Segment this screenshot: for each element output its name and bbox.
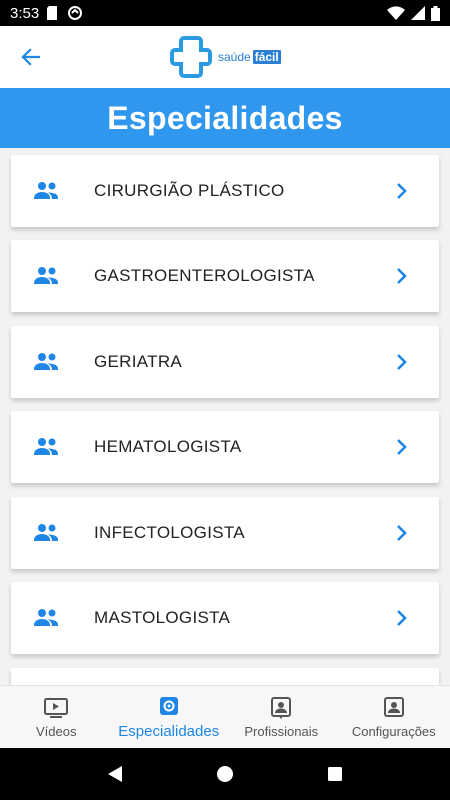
nav-item-profissionais[interactable]: Profissionais <box>225 686 338 748</box>
health-cross-icon <box>170 36 212 78</box>
specialty-label: CIRURGIÃO PLÁSTICO <box>94 181 285 200</box>
system-nav-bar <box>0 748 450 800</box>
nav-label: Vídeos <box>36 723 77 739</box>
battery-icon <box>431 5 440 21</box>
specialty-label: GERIATRA <box>94 352 183 371</box>
nav-item-especialidades[interactable]: Especialidades <box>113 686 226 748</box>
specialty-icon <box>159 696 178 715</box>
logo-wordmark: saúde fácil <box>218 50 281 64</box>
chevron-right-icon <box>397 525 407 541</box>
sync-icon <box>68 6 83 20</box>
specialty-label: MASTOLOGISTA <box>94 608 231 627</box>
group-icon <box>34 438 58 455</box>
app-header: saúde fácil <box>0 26 450 88</box>
status-time: 3:53 <box>10 4 40 22</box>
back-button[interactable] <box>16 43 44 71</box>
page-title: Especialidades <box>107 99 343 136</box>
chevron-right-icon <box>397 354 407 370</box>
specialty-item-partial[interactable] <box>11 668 439 685</box>
specialty-item[interactable]: CIRURGIÃO PLÁSTICO <box>11 155 439 227</box>
title-bar: Especialidades <box>0 88 450 148</box>
specialty-item[interactable]: GASTROENTEROLOGISTA <box>11 240 439 312</box>
settings-user-icon <box>383 696 404 717</box>
nav-label: Profissionais <box>244 723 319 739</box>
group-icon <box>34 524 58 541</box>
circle-home-icon <box>217 766 233 782</box>
specialty-item[interactable]: GERIATRA <box>11 326 439 398</box>
specialty-label: INFECTOLOGISTA <box>94 523 245 542</box>
specialty-item[interactable]: HEMATOLOGISTA <box>11 411 439 483</box>
system-home-button[interactable] <box>213 762 237 786</box>
nav-label: Configurações <box>351 723 436 739</box>
logo-brand: saúde <box>218 50 251 64</box>
app-logo: saúde fácil <box>168 34 281 80</box>
chevron-right-icon <box>397 439 407 455</box>
signal-icon <box>411 6 425 20</box>
group-icon <box>34 182 58 199</box>
system-back-button[interactable] <box>103 762 127 786</box>
status-bar: 3:53 <box>0 0 450 26</box>
group-icon <box>34 609 58 626</box>
chevron-right-icon <box>397 268 407 284</box>
group-icon <box>34 353 58 370</box>
specialty-label: HEMATOLOGISTA <box>94 437 242 456</box>
specialty-label: GASTROENTEROLOGISTA <box>94 266 315 285</box>
square-recents-icon <box>328 767 342 781</box>
chevron-right-icon <box>397 183 407 199</box>
wifi-icon <box>387 6 405 20</box>
sd-card-icon <box>47 6 58 20</box>
nav-item-configuracoes[interactable]: Configurações <box>338 686 450 748</box>
logo-accent: fácil <box>252 50 281 64</box>
video-icon <box>44 697 69 718</box>
specialty-item[interactable]: INFECTOLOGISTA <box>11 497 439 569</box>
bottom-nav: Vídeos Especialidades Profissionais Conf… <box>0 685 450 748</box>
group-icon <box>34 267 58 284</box>
specialty-list: CIRURGIÃO PLÁSTICO GASTROENTEROLOGISTA G… <box>0 148 450 685</box>
nav-item-videos[interactable]: Vídeos <box>0 686 113 748</box>
arrow-left-icon <box>21 48 40 66</box>
chevron-right-icon <box>397 610 407 626</box>
specialty-item[interactable]: MASTOLOGISTA <box>11 582 439 654</box>
nav-label: Especialidades <box>118 722 220 740</box>
system-recents-button[interactable] <box>323 762 347 786</box>
professional-icon <box>271 696 292 719</box>
triangle-back-icon <box>108 766 122 782</box>
